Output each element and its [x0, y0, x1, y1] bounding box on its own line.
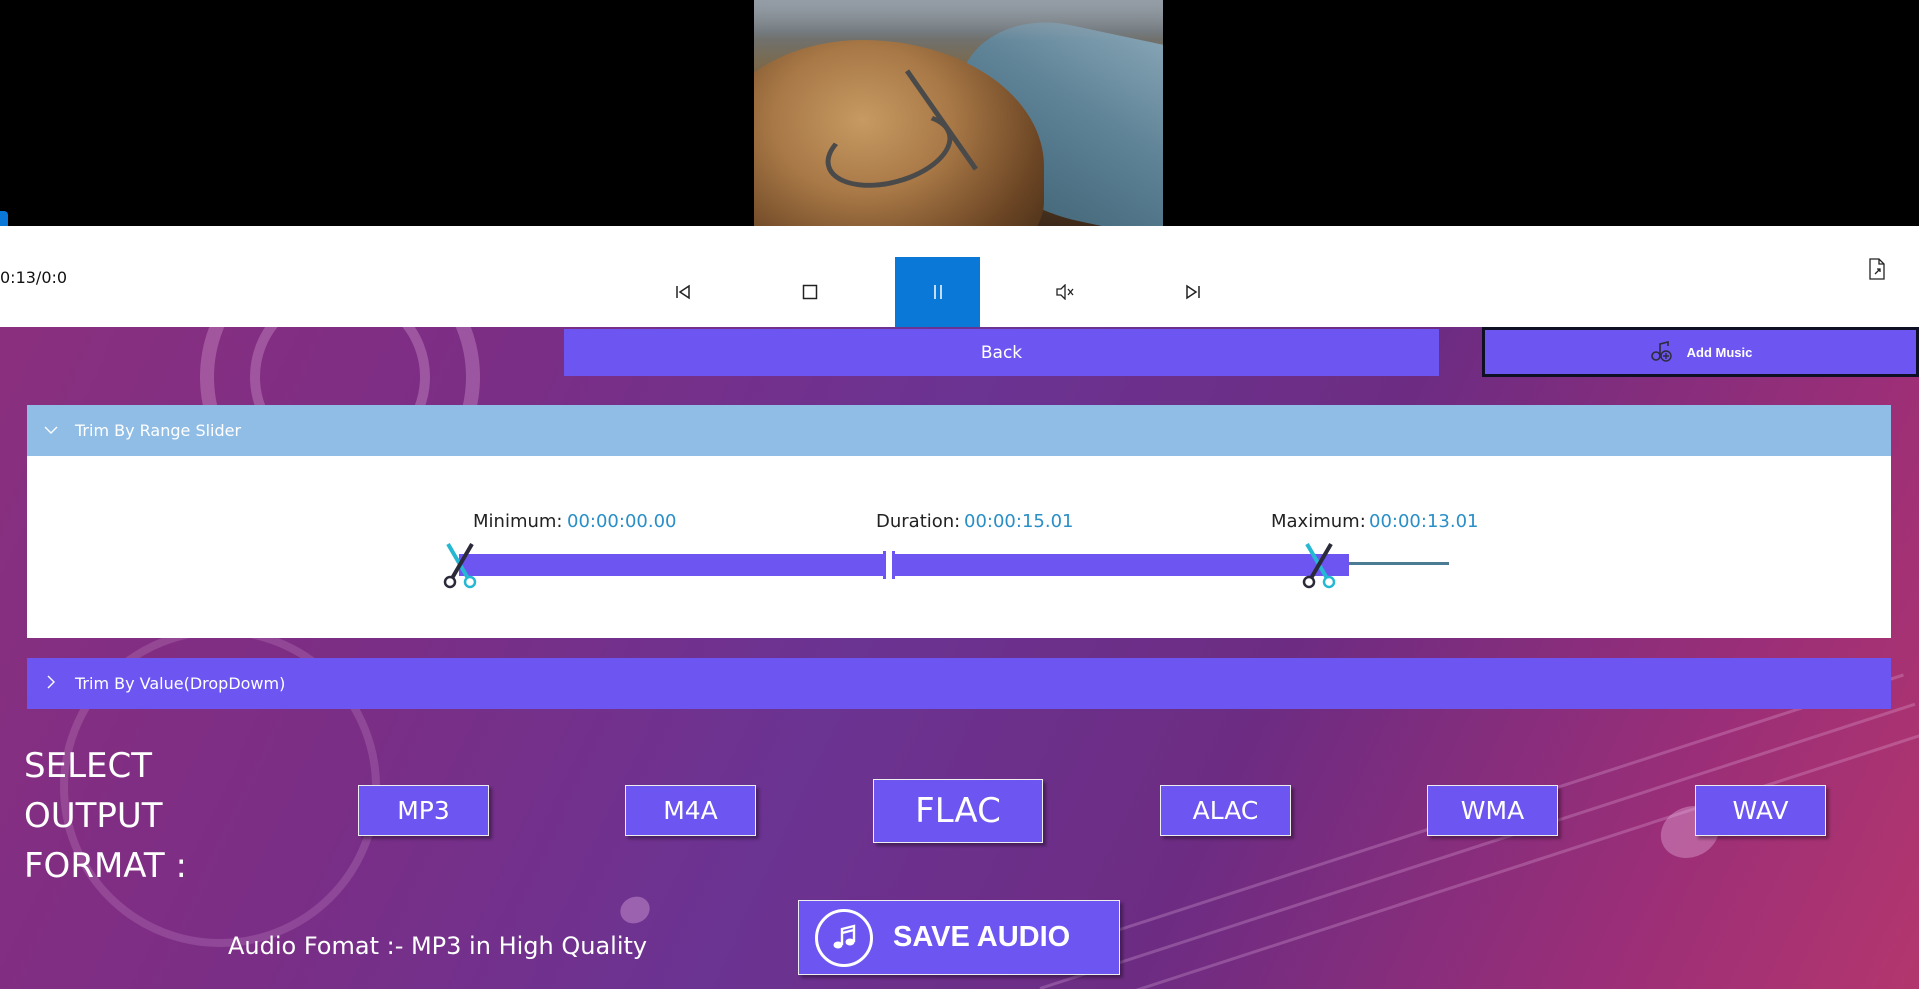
decor-staff-line: [1039, 702, 1916, 989]
trim-value-expander-header[interactable]: Trim By Value(DropDowm): [27, 658, 1891, 709]
format-button-alac[interactable]: ALAC: [1160, 785, 1291, 836]
format-button-wav[interactable]: WAV: [1695, 785, 1826, 836]
duration-label: Duration:: [876, 511, 961, 532]
range-min-thumb[interactable]: [441, 542, 479, 590]
skip-next-button[interactable]: [1150, 257, 1235, 327]
music-add-icon: [1650, 341, 1672, 362]
trim-value-header-label: Trim By Value(DropDowm): [75, 674, 286, 693]
format-button-m4a[interactable]: M4A: [625, 785, 756, 836]
save-audio-button[interactable]: SAVE AUDIO: [798, 900, 1120, 975]
pause-button[interactable]: [895, 257, 980, 327]
duration-value: 00:00:15.01: [964, 511, 1074, 532]
mute-icon: [1055, 284, 1073, 300]
mute-button[interactable]: [1022, 257, 1107, 327]
editor-panel: Back Add Music Trim By Range Slider Mini…: [0, 327, 1919, 989]
time-readout: 0:13/0:0: [0, 268, 68, 287]
chevron-down-icon: [27, 423, 75, 439]
maximum-label: Maximum:: [1271, 511, 1366, 532]
range-slider-middle-thumb[interactable]: [883, 551, 895, 579]
range-slider-selection[interactable]: [459, 554, 1349, 576]
transport-bar: 0:13/0:0: [0, 226, 1919, 327]
pause-icon: [933, 285, 942, 299]
format-button-mp3[interactable]: MP3: [358, 785, 489, 836]
select-output-format-label: SELECT OUTPUT FORMAT :: [24, 746, 187, 886]
skip-previous-button[interactable]: [640, 257, 725, 327]
video-frame: [754, 0, 1163, 226]
video-area[interactable]: [0, 0, 1919, 226]
skip-next-icon: [1185, 284, 1200, 300]
add-music-label: Add Music: [1686, 344, 1753, 360]
decor-staff-line: [1079, 728, 1919, 989]
stop-button[interactable]: [767, 257, 852, 327]
chevron-right-icon: [27, 675, 75, 693]
range-max-thumb[interactable]: [1300, 542, 1338, 590]
scissors-icon: [1302, 542, 1336, 589]
video-haze: [754, 0, 1163, 40]
file-export-button[interactable]: [1862, 254, 1892, 284]
file-export-icon: [1869, 258, 1885, 280]
format-button-wma[interactable]: WMA: [1427, 785, 1558, 836]
save-audio-label: SAVE AUDIO: [893, 921, 1071, 953]
trim-range-header-label: Trim By Range Slider: [75, 421, 242, 440]
audio-format-status: Audio Fomat :- MP3 in High Quality: [228, 932, 648, 960]
skip-previous-icon: [675, 284, 690, 300]
trim-range-expander-header[interactable]: Trim By Range Slider: [27, 405, 1891, 456]
stop-icon: [802, 284, 817, 300]
decor-note-head-small: [615, 891, 655, 929]
trim-range-panel: Minimum: 00:00:00.00 Duration: 00:00:15.…: [27, 456, 1891, 638]
back-button[interactable]: Back: [564, 329, 1439, 376]
scissors-icon: [443, 542, 477, 589]
maximum-value: 00:00:13.01: [1369, 511, 1479, 532]
format-button-flac[interactable]: FLAC: [873, 779, 1043, 843]
add-music-button[interactable]: Add Music: [1482, 327, 1919, 377]
minimum-label: Minimum:: [473, 511, 563, 532]
minimum-value: 00:00:00.00: [567, 511, 677, 532]
music-note-icon: [815, 908, 873, 967]
